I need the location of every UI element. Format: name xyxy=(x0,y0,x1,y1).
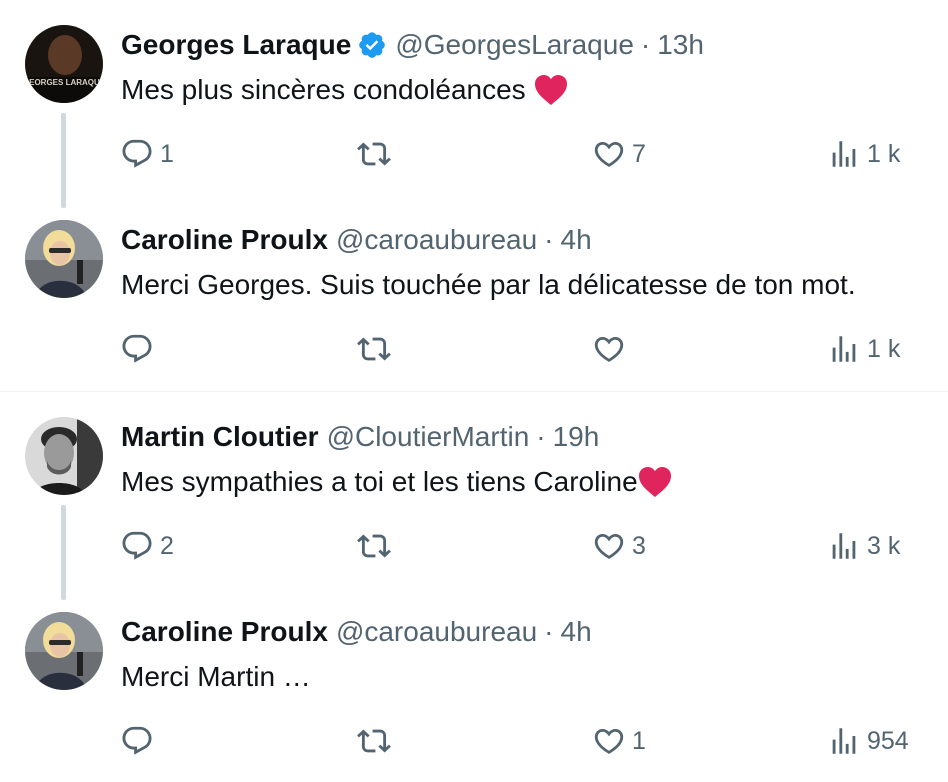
retweet-icon xyxy=(357,332,391,366)
action-bar: 1 7 1 k xyxy=(0,134,948,174)
handle[interactable]: @CloutierMartin xyxy=(327,417,530,457)
views-button[interactable]: 954 xyxy=(827,721,909,761)
retweet-button[interactable] xyxy=(357,526,391,566)
retweet-button[interactable] xyxy=(357,721,391,761)
tweet[interactable]: Caroline Proulx @caroaubureau · 4h Merci… xyxy=(0,587,948,782)
separator: · xyxy=(544,616,554,647)
like-button[interactable]: 3 xyxy=(592,526,646,566)
views-icon xyxy=(827,724,861,758)
avatar[interactable]: GEORGES LARAQUE xyxy=(25,25,103,103)
views-count: 954 xyxy=(867,726,909,755)
display-name[interactable]: Martin Cloutier xyxy=(121,417,319,457)
tweet-header: Georges Laraque @GeorgesLaraque · 13h xyxy=(121,25,704,65)
retweet-icon xyxy=(357,529,391,563)
separator: · xyxy=(640,29,651,60)
views-icon xyxy=(827,137,861,171)
separator: · xyxy=(536,421,546,452)
handle[interactable]: @caroaubureau xyxy=(336,220,537,260)
reply-icon xyxy=(120,137,154,171)
like-button[interactable]: 7 xyxy=(592,134,646,174)
avatar[interactable] xyxy=(25,417,103,495)
martin-cloutier-avatar-image xyxy=(25,417,103,495)
retweet-icon xyxy=(357,137,391,171)
georges-laraque-avatar-image: GEORGES LARAQUE xyxy=(25,25,103,103)
like-icon xyxy=(592,529,626,563)
separator: · xyxy=(544,224,554,255)
avatar-book-title: GEORGES LARAQUE xyxy=(25,78,103,87)
timestamp[interactable]: 4h xyxy=(561,220,592,260)
tweet-header: Caroline Proulx @caroaubureau · 4h xyxy=(121,612,592,652)
reply-button[interactable]: 1 xyxy=(120,134,174,174)
views-button[interactable]: 1 k xyxy=(827,329,900,369)
action-bar: 1 k xyxy=(0,329,948,369)
retweet-icon xyxy=(357,724,391,758)
reply-count: 2 xyxy=(160,531,174,560)
avatar[interactable] xyxy=(25,220,103,298)
like-icon xyxy=(592,724,626,758)
red-heart-emoji-icon xyxy=(638,466,672,498)
red-heart-emoji-icon xyxy=(534,74,568,106)
retweet-button[interactable] xyxy=(357,329,391,369)
like-icon xyxy=(592,137,626,171)
display-name[interactable]: Caroline Proulx xyxy=(121,220,328,260)
like-count: 3 xyxy=(632,531,646,560)
tweet-text-content: Merci Martin … xyxy=(121,661,311,692)
avatar[interactable] xyxy=(25,612,103,690)
reply-button[interactable] xyxy=(120,329,160,369)
views-button[interactable]: 3 k xyxy=(827,526,900,566)
views-count: 1 k xyxy=(867,334,901,363)
views-icon xyxy=(827,332,861,366)
tweet-text-content: Mes plus sincères condoléances xyxy=(121,74,526,105)
timestamp[interactable]: 4h xyxy=(561,612,592,652)
views-count: 3 k xyxy=(867,531,901,560)
tweet[interactable]: Martin Cloutier @CloutierMartin · 19h Me… xyxy=(0,392,948,587)
tweet-text: Merci Georges. Suis touchée par la délic… xyxy=(121,265,856,305)
reply-button[interactable]: 2 xyxy=(120,526,174,566)
verified-badge-icon xyxy=(357,30,387,60)
action-bar: 1 954 xyxy=(0,721,948,761)
like-count: 7 xyxy=(632,139,646,168)
display-name[interactable]: Georges Laraque xyxy=(121,25,351,65)
views-button[interactable]: 1 k xyxy=(827,134,900,174)
handle[interactable]: @GeorgesLaraque xyxy=(395,25,634,65)
like-button[interactable]: 1 xyxy=(592,721,646,761)
reply-button[interactable] xyxy=(120,721,160,761)
views-count: 1 k xyxy=(867,139,901,168)
action-bar: 2 3 3 k xyxy=(0,526,948,566)
tweet-text-content: Mes sympathies a toi et les tiens Caroli… xyxy=(121,466,638,497)
handle[interactable]: @caroaubureau xyxy=(336,612,537,652)
like-button[interactable] xyxy=(592,329,632,369)
tweet[interactable]: Caroline Proulx @caroaubureau · 4h Merci… xyxy=(0,195,948,391)
tweet-text: Mes plus sincères condoléances xyxy=(121,70,568,110)
reply-icon xyxy=(120,529,154,563)
reply-icon xyxy=(120,332,154,366)
tweet-header: Martin Cloutier @CloutierMartin · 19h xyxy=(121,417,599,457)
tweet-text: Mes sympathies a toi et les tiens Caroli… xyxy=(121,462,672,502)
like-count: 1 xyxy=(632,726,646,755)
retweet-button[interactable] xyxy=(357,134,391,174)
display-name[interactable]: Caroline Proulx xyxy=(121,612,328,652)
tweet-text-content: Merci Georges. Suis touchée par la délic… xyxy=(121,269,856,300)
tweet[interactable]: GEORGES LARAQUE Georges Laraque @Georges… xyxy=(0,0,948,195)
reply-count: 1 xyxy=(160,139,174,168)
caroline-proulx-avatar-image xyxy=(25,220,103,298)
tweet-text: Merci Martin … xyxy=(121,657,311,697)
timestamp[interactable]: 13h xyxy=(657,25,704,65)
views-icon xyxy=(827,529,861,563)
tweet-header: Caroline Proulx @caroaubureau · 4h xyxy=(121,220,592,260)
timestamp[interactable]: 19h xyxy=(553,417,600,457)
caroline-proulx-avatar-image xyxy=(25,612,103,690)
reply-icon xyxy=(120,724,154,758)
like-icon xyxy=(592,332,626,366)
